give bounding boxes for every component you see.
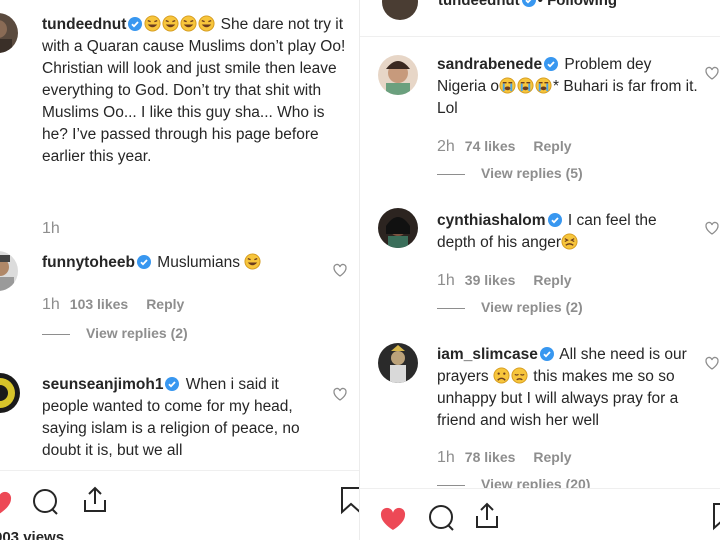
sad-emoji-icon (493, 367, 510, 384)
action-bar (360, 488, 720, 540)
view-replies-button[interactable]: View replies (5) (437, 165, 583, 181)
comment-meta: 1h 103 likes Reply (42, 296, 184, 314)
disappointed-emoji-icon (511, 367, 528, 384)
comment-time: 1h (42, 220, 60, 237)
comment-bubble-icon[interactable] (30, 487, 60, 517)
replies-divider-line (437, 307, 465, 309)
avatar[interactable] (0, 373, 20, 413)
view-replies-button[interactable]: View replies (2) (437, 299, 583, 315)
share-icon[interactable] (80, 485, 110, 515)
verified-badge-icon (128, 17, 143, 31)
avatar-photo (386, 217, 410, 248)
heart-filled-icon[interactable] (0, 487, 14, 517)
comment-likes[interactable]: 39 likes (465, 272, 516, 288)
reply-button[interactable]: Reply (533, 138, 571, 154)
comment-likes[interactable]: 74 likes (465, 138, 516, 154)
comment-username[interactable]: iam_slimcase (437, 346, 538, 363)
verified-badge-icon (165, 377, 180, 391)
comment-likes[interactable]: 78 likes (465, 449, 516, 465)
replies-divider-line (437, 484, 465, 486)
avatar[interactable] (0, 13, 18, 53)
avatar-photo (0, 20, 12, 53)
comment-time: 1h (437, 449, 455, 466)
crying-emoji-icon (535, 77, 552, 94)
avatar-photo (0, 255, 14, 291)
verified-badge-icon (521, 0, 536, 7)
comment-meta: 1h 39 likes Reply (437, 272, 572, 290)
like-comment-heart-icon[interactable] (704, 220, 720, 236)
comment-time: 1h (437, 272, 455, 289)
heart-filled-icon[interactable] (378, 503, 408, 533)
comment-seunseanjimoh1: seunseanjimoh1 When i said it people wan… (42, 374, 314, 462)
avatar[interactable] (378, 343, 418, 383)
post-header: tundeednut • Following (360, 0, 720, 37)
avatar[interactable] (378, 55, 418, 95)
crying-emoji-icon (517, 77, 534, 94)
persevering-emoji-icon (561, 233, 578, 250)
action-bar: 903 views (0, 470, 360, 540)
comment-iam-slimcase: iam_slimcase All she need is our prayers… (437, 344, 699, 432)
reply-button[interactable]: Reply (533, 449, 571, 465)
comment-meta: 1h 78 likes Reply (437, 449, 572, 467)
comment-body: She dare not try it with a Quaran cause … (42, 16, 346, 165)
comment-time: 2h (437, 138, 455, 155)
verified-badge-icon (137, 255, 151, 269)
replies-divider-line (437, 173, 465, 175)
comment-bubble-icon[interactable] (426, 503, 456, 533)
comment-likes[interactable]: 103 likes (70, 296, 128, 312)
avatar[interactable] (0, 251, 18, 291)
header-row: tundeednut • Following (438, 0, 617, 9)
header-username[interactable]: tundeednut (438, 0, 520, 9)
avatar-photo (386, 61, 410, 95)
right-comments-panel: tundeednut • Following sandrabenede Probl… (360, 0, 720, 540)
comment-funnytoheeb: funnytoheeb Muslumians (42, 252, 332, 274)
comment-tundeednut: tundeednut She dare not try it with a Qu… (42, 14, 352, 168)
comment-meta: 2h 74 likes Reply (437, 138, 572, 156)
replies-divider-line (42, 333, 70, 335)
comment-username[interactable]: sandrabenede (437, 56, 542, 73)
comment-username[interactable]: seunseanjimoh1 (42, 376, 163, 393)
comment-username[interactable]: funnytoheeb (42, 254, 135, 271)
avatar-photo (390, 345, 406, 383)
left-comments-panel: tundeednut She dare not try it with a Qu… (0, 0, 360, 540)
share-icon[interactable] (472, 501, 502, 531)
reply-button[interactable]: Reply (533, 272, 571, 288)
laughing-emoji-icon (198, 15, 215, 32)
like-comment-heart-icon[interactable] (332, 262, 348, 278)
verified-badge-icon (539, 347, 554, 361)
comment-username[interactable]: cynthiashalom (437, 212, 546, 229)
bookmark-icon[interactable] (708, 501, 720, 531)
comment-body: Muslumians (153, 254, 245, 271)
laughing-emoji-icon (144, 15, 161, 32)
avatar[interactable] (378, 208, 418, 248)
laughing-emoji-icon (162, 15, 179, 32)
comment-time: 1h (42, 296, 60, 313)
avatar-photo (0, 378, 15, 408)
view-replies-label: View replies (2) (481, 299, 583, 315)
comment-username[interactable]: tundeednut (42, 16, 126, 33)
laughing-emoji-icon (244, 253, 261, 270)
bookmark-icon[interactable] (336, 485, 360, 515)
crying-emoji-icon (499, 77, 516, 94)
views-count: 903 views (0, 529, 65, 540)
comment-meta: 1h (42, 220, 70, 238)
view-replies-label: View replies (2) (86, 325, 188, 341)
view-replies-label: View replies (5) (481, 165, 583, 181)
like-comment-heart-icon[interactable] (704, 355, 720, 371)
verified-badge-icon (547, 213, 562, 227)
comment-sandrabenede: sandrabenede Problem dey Nigeria o * Buha… (437, 54, 699, 120)
verified-badge-icon (544, 57, 559, 71)
comment-cynthiashalom: cynthiashalom I can feel the depth of hi… (437, 210, 699, 254)
follow-status[interactable]: • Following (538, 0, 617, 9)
reply-button[interactable]: Reply (146, 296, 184, 312)
like-comment-heart-icon[interactable] (704, 65, 720, 81)
view-replies-button[interactable]: View replies (2) (42, 325, 188, 341)
like-comment-heart-icon[interactable] (332, 386, 348, 402)
header-avatar[interactable] (382, 0, 418, 20)
laughing-emoji-icon (180, 15, 197, 32)
